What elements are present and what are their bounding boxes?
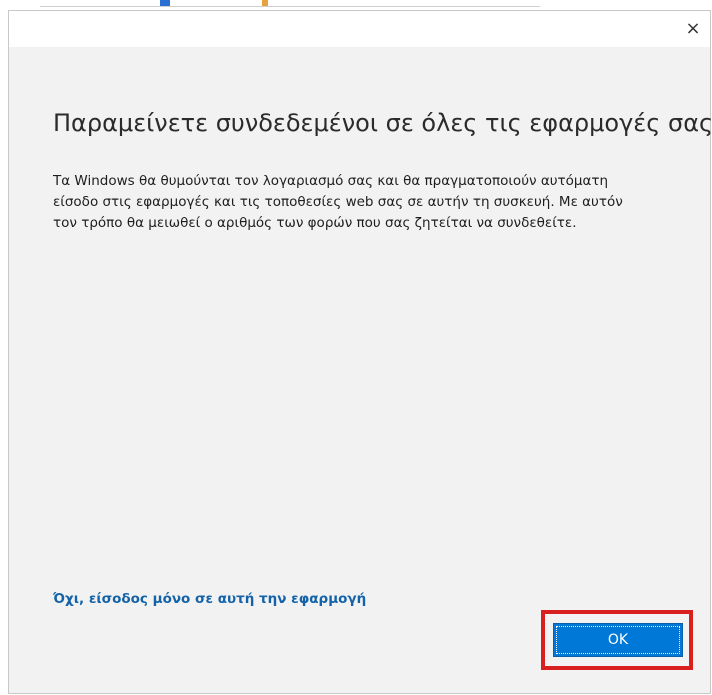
background-icon xyxy=(160,0,170,6)
background-line xyxy=(40,6,540,7)
background-window-strip xyxy=(0,0,712,10)
close-button[interactable]: × xyxy=(682,17,704,39)
description-line: Τα Windows θα θυμούνται τον λογαριασμό σ… xyxy=(53,173,609,189)
ok-button[interactable]: OK xyxy=(553,623,683,657)
background-left-edge xyxy=(0,0,8,695)
dialog-heading: Παραμείνετε συνδεδεμένοι σε όλες τις εφα… xyxy=(53,109,712,137)
dialog-titlebar: × xyxy=(9,11,710,47)
description-line: είσοδο στις εφαρμογές και τις τοποθεσίες… xyxy=(53,194,623,210)
description-line: τον τρόπο θα μειωθεί ο αριθμός των φορών… xyxy=(53,215,577,231)
this-app-only-link[interactable]: Όχι, είσοδος μόνο σε αυτή την εφαρμογή xyxy=(53,591,366,607)
dialog-description: Τα Windows θα θυμούνται τον λογαριασμό σ… xyxy=(53,171,683,234)
background-icon xyxy=(262,0,268,6)
sign-in-dialog: × Παραμείνετε συνδεδεμένοι σε όλες τις ε… xyxy=(8,10,712,694)
close-icon: × xyxy=(685,17,701,39)
